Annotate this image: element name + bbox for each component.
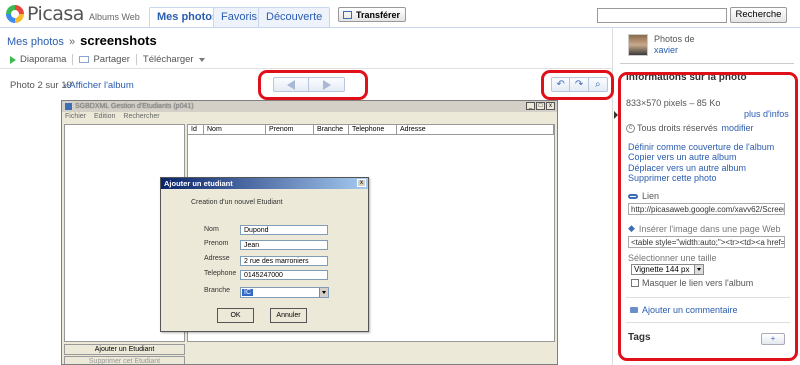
menu-file: Fichier [65,113,87,120]
action-divider [135,54,137,65]
menu-search: Rechercher [123,113,160,120]
breadcrumb: Mes photos » screenshots [7,33,157,48]
sidebar-divider [620,63,794,64]
avatar[interactable] [628,34,648,56]
upload-icon [343,11,352,19]
show-album-link[interactable]: «Afficher l'album [64,80,134,91]
field-label: Nom [204,226,219,233]
breadcrumb-parent-link[interactable]: Mes photos [7,36,64,48]
highlight-tools-annotation [541,70,614,100]
photo-counter: Photo 2 sur 19 [10,80,72,91]
field-label: Adresse [204,255,230,262]
download-label: Télécharger [142,54,194,65]
window-controls: _ □ x [525,102,555,110]
dialog-title-bar: Ajouter un etudiant x [161,178,368,189]
chevron-down-icon [198,57,205,62]
highlight-sidebar-annotation [618,72,798,361]
slideshow-label: Diaporama [20,54,67,65]
column-header: Prenom [266,125,314,135]
minimize-icon: _ [526,102,535,110]
owner-prefix: Photos de [654,34,695,44]
search-button[interactable]: Recherche [730,7,787,23]
top-bar: Picasa Albums Web Mes photos Favoris Déc… [0,0,800,30]
field-label: Telephone [204,270,237,277]
action-divider [72,54,74,65]
dialog-heading: Creation d'un nouvel Etudiant [191,199,283,206]
owner-name-link[interactable]: xavier [654,45,678,55]
field-value: 0145247000 [240,270,328,280]
menu-edit: Edition [94,113,116,120]
envelope-icon [79,56,90,63]
tab-explore[interactable]: Découverte [258,7,331,27]
dialog-ok-button: OK [217,308,254,323]
share-label: Partager [93,54,130,65]
album-actions: Diaporama Partager Télécharger [10,54,211,65]
download-menu[interactable]: Télécharger [143,54,205,65]
field-label: Prenom [204,240,229,247]
app-icon [65,103,72,110]
close-icon: x [357,179,366,187]
header-divider [0,68,612,69]
photo-image[interactable]: SGBDXML Gestion d'Etudiants (p041) _ □ x… [61,100,558,365]
slideshow-button[interactable]: Diaporama [10,54,66,65]
maximize-icon: □ [536,102,545,110]
play-icon [10,55,16,64]
share-button[interactable]: Partager [79,54,130,65]
branch-select: IC [240,287,329,298]
album-title: screenshots [80,33,157,48]
add-student-button: Ajouter un Etudiant [64,344,185,355]
field-label: Branche [204,287,231,294]
close-icon: x [546,102,555,110]
table-header: Id Nom Prenom Branche Telephone Adresse [188,125,554,135]
picasa-logo[interactable]: Picasa Albums Web [6,3,140,25]
column-header: Telephone [349,125,397,135]
chevron-down-icon [319,288,328,297]
column-header: Adresse [397,125,554,135]
field-value: Dupond [240,225,328,235]
app-title-bar: SGBDXML Gestion d'Etudiants (p041) _ □ x [62,101,557,112]
column-header: Id [188,125,204,135]
logo-text: Picasa [27,3,84,25]
branch-value: IC [242,289,253,296]
field-value: Jean [240,240,328,250]
breadcrumb-separator: » [68,36,76,48]
column-header: Branche [314,125,349,135]
search-input[interactable] [597,8,727,23]
picasa-logo-icon [6,5,24,23]
delete-student-button: Supprimer cet Etudiant [64,356,185,364]
add-student-dialog: Ajouter un etudiant x Creation d'un nouv… [160,177,369,332]
dialog-cancel-button: Annuler [270,308,307,323]
upload-label: Transférer [356,10,401,20]
field-value: 2 rue des marroniers [240,256,328,266]
column-header: Nom [204,125,266,135]
logo-subtitle: Albums Web [88,11,140,22]
app-title: SGBDXML Gestion d'Etudiants (p041) [75,103,194,110]
highlight-nav-annotation [258,70,368,100]
dialog-title: Ajouter un etudiant [164,179,233,188]
upload-button[interactable]: Transférer [338,7,407,22]
app-menu-bar: Fichier Edition Rechercher [65,113,168,120]
